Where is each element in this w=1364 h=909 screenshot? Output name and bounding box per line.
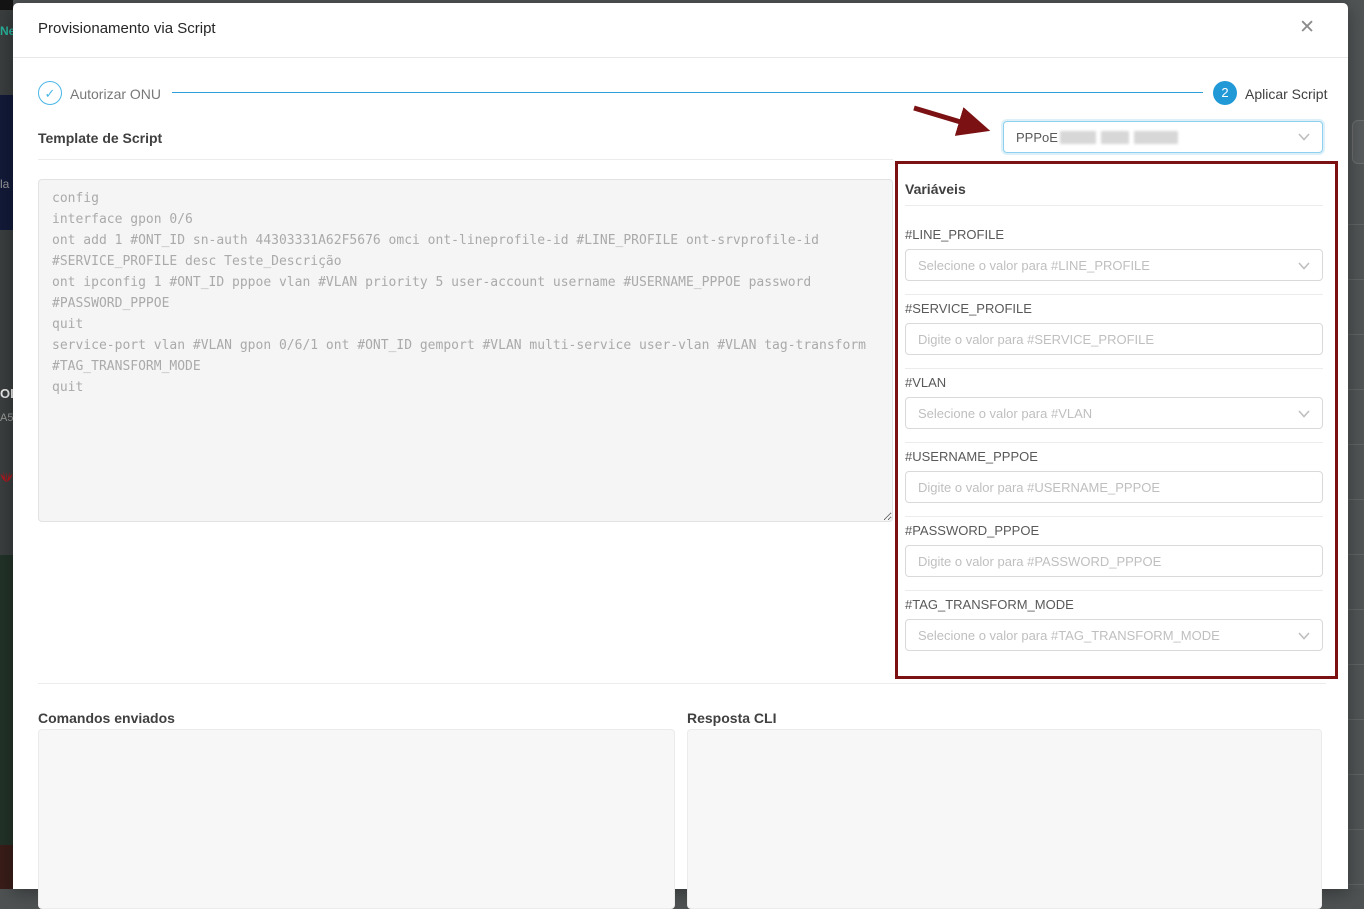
background-button-fragment xyxy=(1352,120,1364,164)
chevron-down-icon xyxy=(1298,128,1310,146)
template-heading: Template de Script xyxy=(38,130,162,146)
screen: { "window": { "title": "Provisionamento … xyxy=(0,0,1364,889)
close-icon[interactable]: ✕ xyxy=(1299,18,1315,37)
annotation-arrow xyxy=(898,101,1013,146)
stepper-connector-line xyxy=(172,92,1203,93)
section-divider xyxy=(38,683,1326,684)
background-page-left-edge: Net la OL A58 xyxy=(0,0,13,889)
modal-title: Provisionamento via Script xyxy=(38,20,216,37)
background-navy-block xyxy=(0,95,13,230)
step1-check-icon: ✓ xyxy=(38,81,62,105)
header-divider xyxy=(13,57,1348,58)
provisioning-modal: Provisionamento via Script ✕ ✓ Autorizar… xyxy=(13,3,1348,889)
script-select-value: PPPoE xyxy=(1016,130,1058,145)
annotation-rectangle xyxy=(895,161,1338,679)
commands-sent-heading: Comandos enviados xyxy=(38,710,175,726)
template-divider xyxy=(38,159,893,160)
background-topbar xyxy=(0,0,13,10)
step1-label: Autorizar ONU xyxy=(70,86,161,102)
huawei-logo-icon xyxy=(0,466,13,493)
background-text-ol: OL xyxy=(0,386,13,401)
commands-sent-output xyxy=(38,729,675,909)
step2-number-badge: 2 xyxy=(1213,81,1237,105)
background-text-la: la xyxy=(0,177,9,191)
background-green-block xyxy=(0,555,13,845)
background-text-a58: A58 xyxy=(0,412,13,424)
background-table-rows xyxy=(1348,170,1364,889)
background-nav-text: Net xyxy=(0,24,13,38)
cli-response-heading: Resposta CLI xyxy=(687,710,776,726)
step2-label: Aplicar Script xyxy=(1245,86,1327,102)
background-page-right-edge xyxy=(1348,0,1364,889)
cli-response-output xyxy=(687,729,1322,909)
script-template-select[interactable]: PPPoE xyxy=(1003,121,1323,153)
redacted-text xyxy=(1060,131,1178,144)
script-template-textarea[interactable]: config interface gpon 0/6 ont add 1 #ONT… xyxy=(38,179,893,522)
background-maroon-block xyxy=(0,845,13,889)
